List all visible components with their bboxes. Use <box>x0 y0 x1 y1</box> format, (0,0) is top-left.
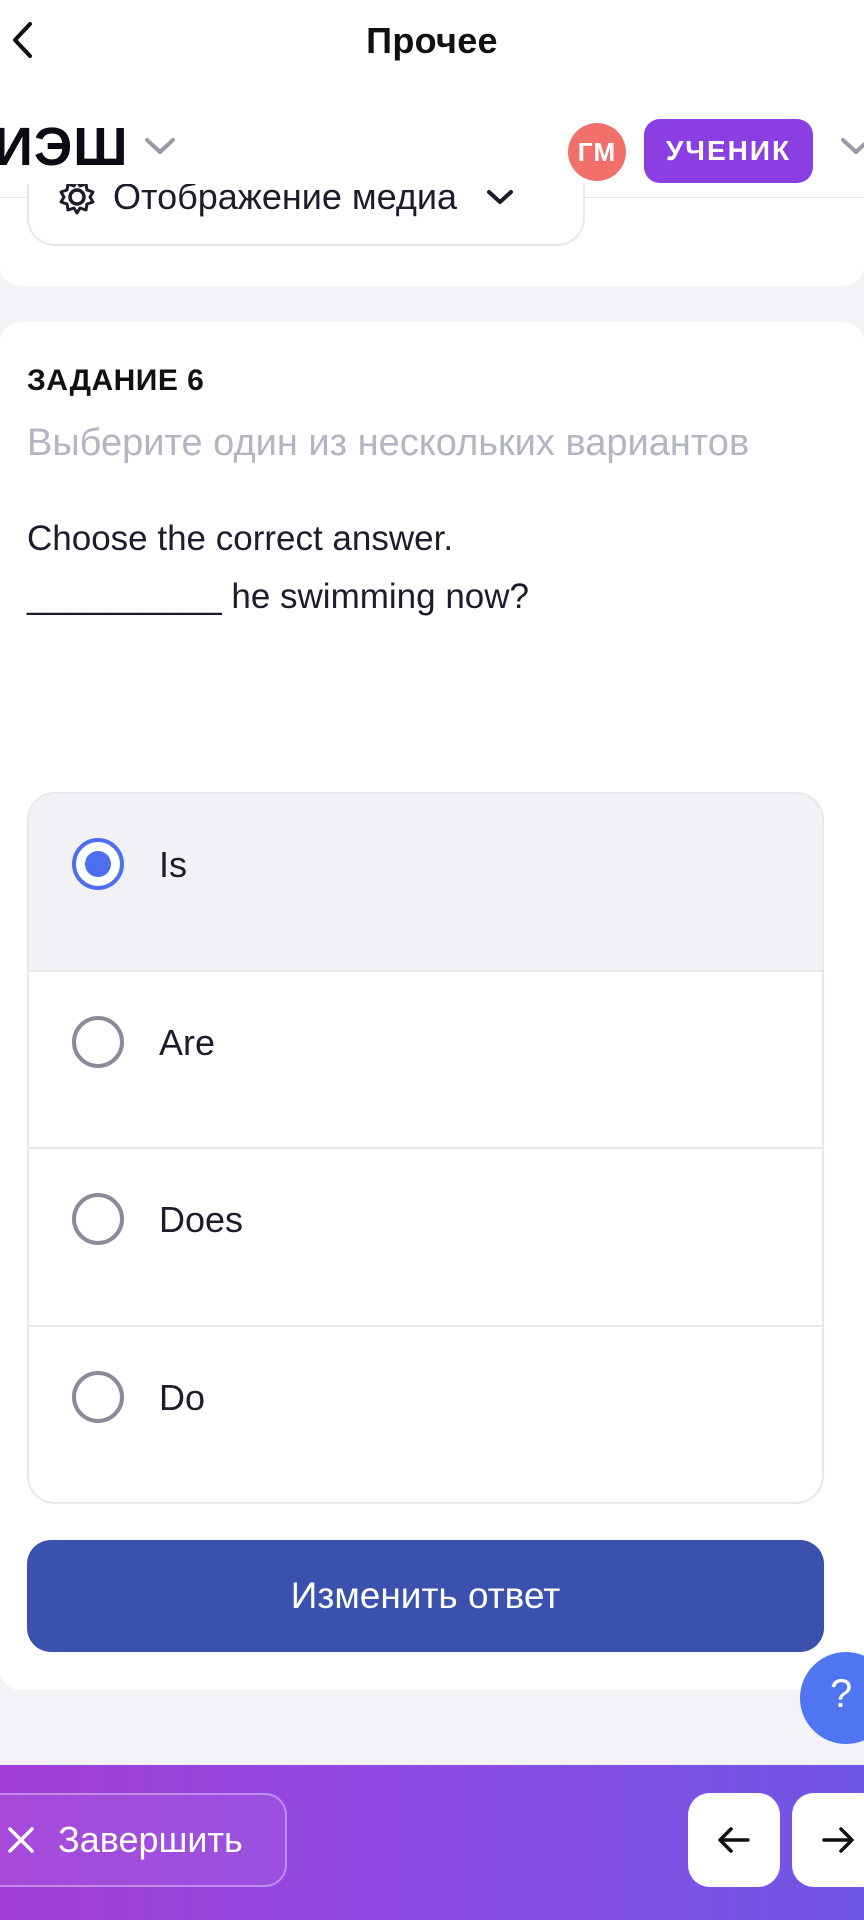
radio-button[interactable] <box>72 1015 124 1068</box>
next-task-button[interactable] <box>792 1793 864 1887</box>
question-mark-icon: ? <box>830 1672 853 1716</box>
answer-option[interactable]: Is <box>29 794 822 972</box>
finish-button-label: Завершить <box>58 1819 243 1860</box>
chevron-down-icon[interactable] <box>838 134 864 158</box>
media-toggle-label: Отображение медиа <box>113 184 458 217</box>
option-label: Do <box>159 1376 206 1418</box>
option-label: Are <box>159 1021 216 1063</box>
radio-button[interactable] <box>72 1370 124 1423</box>
test-screen: Прочее ИЭШ ГМ УЧЕНИК Отображение медиа З… <box>0 0 864 1920</box>
change-answer-button[interactable]: Изменить ответ <box>27 1540 824 1652</box>
task-card: ЗАДАНИЕ 6 Выберите один из нескольких ва… <box>0 322 864 1690</box>
answer-option[interactable]: Are <box>29 972 822 1149</box>
task-question: Choose the correct answer. __________ he… <box>27 510 827 626</box>
question-line: Choose the correct answer. <box>27 519 454 558</box>
page-title: Прочее <box>366 20 498 61</box>
task-instruction: Выберите один из нескольких вариантов <box>27 422 750 464</box>
arrow-left-icon <box>718 1827 750 1853</box>
answer-options: Is Are Does Do <box>27 792 824 1504</box>
question-line: __________ he swimming now? <box>27 577 529 616</box>
gear-icon <box>59 184 95 215</box>
previous-task-button[interactable] <box>688 1793 780 1887</box>
brand-logo[interactable]: ИЭШ <box>0 116 129 178</box>
radio-button[interactable] <box>72 1193 124 1245</box>
chevron-down-icon <box>487 190 514 204</box>
media-display-toggle[interactable]: Отображение медиа <box>27 184 585 246</box>
previous-task-card: Отображение медиа <box>0 184 864 286</box>
app-header: ИЭШ ГМ УЧЕНИК <box>0 90 864 198</box>
answer-option[interactable]: Does <box>29 1149 822 1327</box>
top-nav: Прочее <box>0 0 864 90</box>
option-label: Does <box>159 1199 244 1240</box>
bottom-bar: Завершить <box>0 1765 864 1920</box>
role-badge[interactable]: УЧЕНИК <box>644 119 813 183</box>
chevron-down-icon[interactable] <box>142 134 178 158</box>
finish-button[interactable]: Завершить <box>0 1793 287 1887</box>
avatar[interactable]: ГМ <box>568 123 626 181</box>
task-number: ЗАДАНИЕ 6 <box>27 364 205 397</box>
close-icon <box>8 1827 34 1853</box>
arrow-right-icon <box>822 1827 854 1853</box>
option-label: Is <box>159 844 188 885</box>
answer-option[interactable]: Do <box>29 1327 822 1503</box>
radio-button-selected[interactable] <box>72 838 124 890</box>
